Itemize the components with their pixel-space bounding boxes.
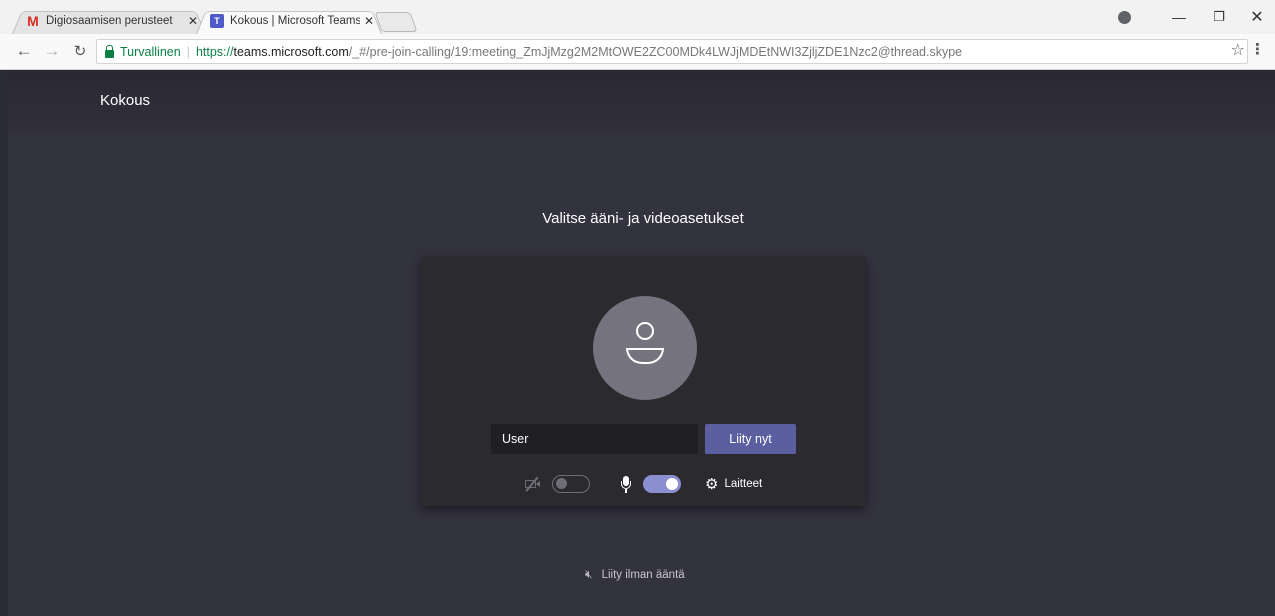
display-name-input[interactable]	[491, 424, 698, 454]
video-off-icon	[524, 476, 542, 492]
avatar-body	[626, 348, 664, 364]
address-separator: |	[186, 44, 190, 59]
devices-button[interactable]: ⚙ Laitteet	[705, 475, 762, 493]
video-toggle[interactable]	[552, 475, 590, 493]
tab-title: Kokous | Microsoft Teams	[230, 15, 360, 27]
join-without-audio-link[interactable]: 🔇︎ Liity ilman ääntä	[585, 567, 685, 582]
page-header: Kokous	[8, 70, 1275, 132]
browser-tab-strip: M Digiosaamisen perusteet ✕ T Kokous | M…	[0, 0, 1275, 34]
url-path: /_#/pre-join-calling/19:meeting_ZmJjMzg2…	[348, 44, 963, 59]
join-now-button[interactable]: Liity nyt	[705, 424, 796, 454]
toggle-knob	[556, 478, 567, 489]
join-without-audio-label: Liity ilman ääntä	[601, 568, 685, 581]
secure-label: Turvallinen	[120, 44, 181, 59]
tab-close-icon[interactable]: ✕	[364, 14, 374, 28]
tab-inner: M Digiosaamisen perusteet ✕	[12, 13, 206, 29]
back-arrow-icon[interactable]: ←	[14, 41, 34, 61]
microphone-toggle[interactable]	[643, 475, 681, 493]
tab-teams[interactable]: T Kokous | Microsoft Teams ✕	[196, 8, 382, 34]
avatar-head	[636, 322, 654, 340]
restore-button[interactable]: ❐	[1204, 6, 1234, 28]
browser-toolbar: ← → ↻ Turvallinen | https:// teams.micro…	[0, 34, 1275, 70]
close-window-button[interactable]: ✕	[1242, 6, 1272, 28]
browser-menu-icon[interactable]: ⋮	[1250, 40, 1265, 58]
reload-icon[interactable]: ↻	[70, 41, 90, 61]
user-avatar-icon	[593, 296, 697, 400]
speaker-off-icon: 🔇︎	[585, 567, 593, 581]
gmail-icon: M	[27, 13, 39, 29]
url-scheme: https://	[195, 44, 234, 59]
tab-title: Digiosaamisen perusteet	[46, 15, 173, 27]
toggle-knob	[666, 478, 678, 490]
tab-digiosaamisen[interactable]: M Digiosaamisen perusteet ✕	[12, 8, 206, 34]
gear-icon: ⚙	[705, 475, 719, 493]
microphone-icon	[620, 475, 632, 493]
address-bar[interactable]: Turvallinen | https:// teams.microsoft.c…	[96, 39, 1248, 64]
url-host: teams.microsoft.com	[233, 44, 349, 59]
teams-icon: T	[210, 14, 224, 28]
minimize-button[interactable]: —	[1164, 6, 1194, 28]
setup-heading: Valitse ääni- ja videoasetukset	[542, 210, 744, 227]
bookmark-star-icon[interactable]: ☆	[1231, 40, 1245, 60]
tab-inner: T Kokous | Microsoft Teams ✕	[196, 14, 382, 28]
lock-icon	[105, 44, 114, 58]
devices-label: Laitteet	[724, 478, 763, 490]
prejoin-panel: Liity nyt ⚙ Laitteet	[421, 256, 866, 506]
teams-prejoin-page: Kokous Valitse ääni- ja videoasetukset L…	[8, 70, 1275, 616]
page-title: Kokous	[100, 92, 151, 109]
profile-icon[interactable]	[1112, 6, 1136, 28]
forward-arrow-icon[interactable]: →	[42, 41, 62, 61]
